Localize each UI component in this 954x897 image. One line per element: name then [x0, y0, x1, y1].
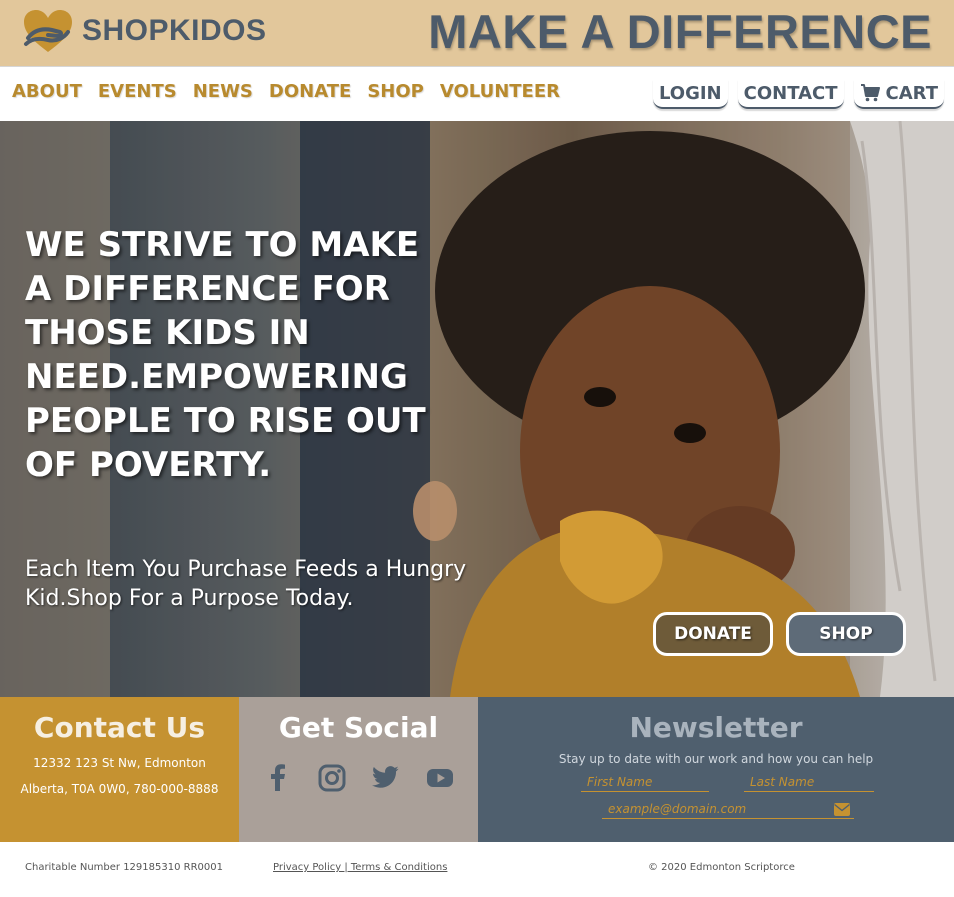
- nav-account-links: LOGIN CONTACT CART: [652, 79, 944, 109]
- charitable-number: Charitable Number 129185310 RR0001: [25, 862, 223, 873]
- hero-banner: WE STRIVE TO MAKE A DIFFERENCE FOR THOSE…: [0, 121, 954, 697]
- email-field[interactable]: [602, 799, 854, 819]
- contact-label: CONTACT: [743, 82, 838, 104]
- nav-link-donate[interactable]: DONATE: [269, 81, 351, 102]
- contact-city-phone: Alberta, T0A 0W0, 780-000-8888: [20, 782, 219, 796]
- brand-name: SHOPKIDOS: [82, 14, 267, 47]
- shopping-cart-icon: [860, 84, 880, 102]
- social-icons: [239, 764, 478, 792]
- brand-tagline: MAKE A DIFFERENCE: [428, 5, 932, 58]
- nav-link-about[interactable]: ABOUT: [12, 81, 82, 102]
- nav-link-shop[interactable]: SHOP: [367, 81, 424, 102]
- login-button[interactable]: LOGIN: [652, 79, 728, 109]
- cart-button[interactable]: CART: [853, 79, 944, 109]
- newsletter-title: Newsletter: [629, 711, 803, 744]
- social-panel: Get Social: [239, 697, 478, 842]
- login-label: LOGIN: [658, 82, 722, 104]
- social-title: Get Social: [278, 711, 439, 744]
- newsletter-panel: Newsletter Stay up to date with our work…: [478, 697, 954, 842]
- first-name-field[interactable]: [581, 772, 709, 792]
- nav-primary-links: ABOUT EVENTS NEWS DONATE SHOP VOLUNTEER: [12, 81, 560, 102]
- contact-address: 12332 123 St Nw, Edmonton: [33, 756, 206, 770]
- hero-headline: WE STRIVE TO MAKE A DIFFERENCE FOR THOSE…: [25, 225, 426, 485]
- contact-panel: Contact Us 12332 123 St Nw, Edmonton Alb…: [0, 697, 239, 842]
- bottom-footer: Charitable Number 129185310 RR0001 Priva…: [0, 842, 954, 897]
- facebook-icon[interactable]: [264, 764, 292, 792]
- contact-title: Contact Us: [33, 711, 206, 744]
- instagram-icon[interactable]: [318, 764, 346, 792]
- newsletter-form: [478, 766, 954, 826]
- newsletter-description: Stay up to date with our work and how yo…: [558, 752, 874, 766]
- hero-shop-button[interactable]: SHOP: [786, 612, 906, 656]
- main-nav: ABOUT EVENTS NEWS DONATE SHOP VOLUNTEER …: [0, 66, 954, 121]
- nav-link-news[interactable]: NEWS: [193, 81, 253, 102]
- heart-hands-logo-icon: [24, 10, 72, 52]
- hero-donate-button[interactable]: DONATE: [653, 612, 773, 656]
- twitter-icon[interactable]: [371, 764, 400, 792]
- cart-label: CART: [885, 82, 938, 104]
- top-banner: SHOPKIDOS MAKE A DIFFERENCE: [0, 0, 954, 66]
- nav-link-events[interactable]: EVENTS: [98, 81, 177, 102]
- last-name-field[interactable]: [744, 772, 874, 792]
- copyright-text: © 2020 Edmonton Scriptorce: [648, 862, 795, 873]
- brand-logo[interactable]: SHOPKIDOS: [22, 8, 267, 54]
- contact-button[interactable]: CONTACT: [737, 79, 844, 109]
- hero-subtext: Each Item You Purchase Feeds a Hungry Ki…: [25, 557, 467, 611]
- envelope-icon[interactable]: [834, 803, 850, 816]
- youtube-icon[interactable]: [426, 764, 454, 792]
- privacy-terms-link[interactable]: Privacy Policy | Terms & Conditions: [273, 862, 447, 873]
- nav-link-volunteer[interactable]: VOLUNTEER: [440, 81, 560, 102]
